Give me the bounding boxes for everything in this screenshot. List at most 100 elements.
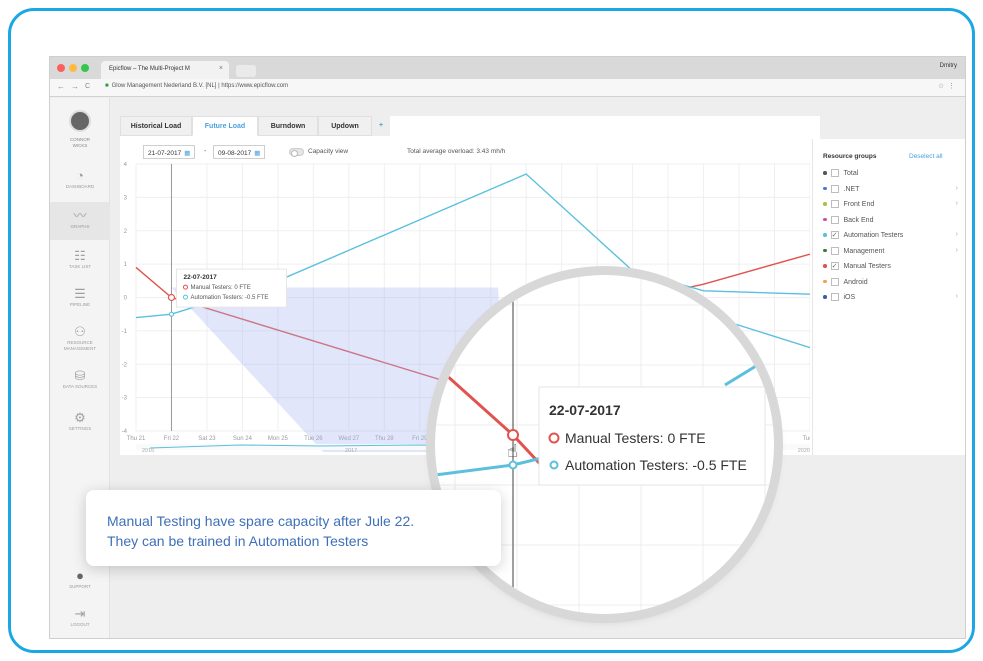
y-tick-label: 2 (124, 229, 128, 235)
hand-cursor-icon: ☝ (507, 441, 518, 462)
tooltip-series-label: Automation Testers: -0.5 FTE (190, 295, 268, 301)
close-window-button[interactable] (57, 64, 65, 72)
resource-group-checkbox[interactable] (830, 246, 839, 255)
sidebar-item-task-list[interactable]: ☷ TASK LIST (50, 242, 110, 280)
series-color-dot (823, 279, 827, 284)
user-first-name: CONNOR (70, 137, 90, 142)
resource-groups-panel: Resource groups Deselect all Total .NET › F… (812, 139, 965, 455)
zoom-point-manual (507, 429, 519, 441)
browser-menu-icon[interactable]: ⋮ (948, 83, 955, 90)
calendar-icon[interactable]: ▦ (184, 150, 190, 157)
y-tick-label: 4 (124, 162, 128, 168)
url-org: Glow Management Nederland B.V. [NL] (111, 83, 217, 89)
resource-group-checkbox[interactable] (830, 184, 839, 193)
database-icon: ⛁ (74, 368, 86, 383)
tab-historical-load[interactable]: Historical Load (120, 116, 192, 136)
new-tab-button[interactable] (236, 65, 256, 77)
y-tick-label: -4 (122, 429, 128, 435)
tab-future-load[interactable]: Future Load (192, 116, 258, 136)
maximize-window-button[interactable] (81, 64, 89, 72)
bookmark-star-icon[interactable]: ☆ (938, 83, 944, 90)
sidebar-item-label: GRAPHS (70, 224, 90, 229)
date-to-field[interactable]: 09-08-2017 ▦ (213, 145, 266, 159)
resource-group-checkbox[interactable] (830, 293, 839, 301)
sidebar-item-data-sources[interactable]: ⛁ DATA SOURCES (50, 362, 110, 400)
browser-tab-title: Epicflow – The Multi-Project M (109, 66, 190, 72)
chevron-right-icon[interactable]: › (956, 247, 958, 254)
resource-group-item[interactable]: Back End (823, 215, 958, 228)
total-overload-text: Total average overload: 3.43 mh/h (407, 148, 506, 155)
y-tick-label: 3 (124, 195, 128, 201)
chevron-right-icon[interactable]: › (956, 231, 958, 238)
resource-group-checkbox[interactable] (830, 200, 839, 208)
capacity-view-toggle[interactable] (289, 148, 304, 157)
resource-group-item[interactable]: Front End › (823, 200, 958, 212)
resource-group-item[interactable]: Management › (823, 246, 958, 259)
resource-group-checkbox[interactable] (830, 277, 839, 286)
chevron-right-icon[interactable]: › (956, 200, 958, 207)
hover-point-automation (168, 311, 175, 317)
add-tab-button[interactable]: + (372, 116, 390, 136)
resource-group-item[interactable]: iOS › (823, 293, 958, 305)
series-color-dot (823, 217, 827, 222)
overview-axis-label: 2017 (345, 448, 357, 452)
calendar-icon[interactable]: ▦ (254, 150, 260, 157)
browser-tab[interactable]: Epicflow – The Multi-Project M × (101, 61, 229, 79)
resource-group-checkbox[interactable]: ✓ (830, 231, 839, 239)
lock-icon: ■ (105, 83, 109, 89)
browser-tab-bar: Epicflow – The Multi-Project M × Dmitry (50, 57, 965, 79)
resource-group-label: Manual Testers (843, 262, 891, 270)
x-tick-label: Sun 24 (233, 436, 253, 442)
sidebar-item-settings[interactable]: ⚙ SETTINGS (50, 404, 110, 442)
resource-group-item[interactable]: Total (823, 169, 958, 181)
address-bar-actions: ☆ ⋮ (938, 82, 955, 90)
logout-icon: ⇥ (74, 606, 86, 621)
user-name: CONNOR WICKS (50, 137, 110, 149)
y-tick-label: 1 (124, 262, 128, 268)
tooltip-series-label: Manual Testers: 0 FTE (190, 285, 250, 291)
chevron-right-icon[interactable]: › (956, 185, 958, 192)
resource-group-item[interactable]: ✓ Automation Testers › (823, 231, 958, 243)
url-field[interactable]: ■ Glow Management Nederland B.V. [NL] | h… (105, 83, 288, 89)
sidebar-item-support[interactable]: ● SUPPORT (50, 562, 110, 600)
minimize-window-button[interactable] (69, 64, 77, 72)
chevron-right-icon[interactable]: › (956, 293, 958, 300)
user-last-name: WICKS (72, 143, 88, 148)
y-tick-label: 0 (124, 296, 128, 302)
resource-group-item[interactable]: Android (823, 277, 958, 290)
callout-line-2: They can be trained in Automation Tester… (107, 533, 369, 549)
screenshot-frame: Epicflow – The Multi-Project M × Dmitry … (8, 8, 975, 653)
sidebar-item-graphs[interactable]: 〰 GRAPHS (50, 202, 110, 240)
y-tick-label: -3 (122, 396, 128, 402)
sidebar-item-logout[interactable]: ⇥ LOGOUT (50, 600, 110, 638)
x-tick-label: Mon 25 (268, 436, 289, 442)
reload-icon[interactable]: C (85, 83, 90, 90)
sidebar-item-pipeline[interactable]: ☰ PIPELINE (50, 280, 110, 318)
sidebar-item-resource-management[interactable]: ⚇ RESOURCE MANAGEMENT (50, 318, 110, 362)
deselect-all-link[interactable]: Deselect all (909, 153, 943, 160)
zoom-manual-label: Manual Testers: 0 FTE (565, 430, 706, 446)
task-list-icon: ☷ (74, 248, 86, 263)
browser-user-name[interactable]: Dmitry (940, 63, 957, 69)
resource-group-checkbox[interactable]: ✓ (830, 262, 839, 270)
resource-group-item[interactable]: ✓ Manual Testers (823, 262, 958, 274)
date-from-field[interactable]: 21-07-2017 ▦ (143, 145, 196, 159)
date-from-value: 21-07-2017 (148, 150, 182, 157)
zoom-tooltip-date: 22-07-2017 (549, 402, 621, 418)
resource-group-checkbox[interactable] (830, 169, 839, 177)
y-tick-label: -1 (122, 329, 128, 335)
sidebar-item-label: PIPELINE (69, 302, 91, 307)
resource-group-checkbox[interactable] (830, 215, 839, 224)
date-range-separator: - (204, 148, 207, 155)
resource-group-label: Android (843, 278, 868, 286)
zoom-manual-line (435, 363, 557, 482)
forward-icon[interactable]: → (71, 82, 79, 91)
avatar[interactable] (69, 110, 91, 132)
close-tab-icon[interactable]: × (219, 65, 223, 72)
sidebar-item-dashboard[interactable]: ◔ DASHBOARD (50, 162, 110, 200)
series-color-dot (823, 295, 827, 299)
tab-updown[interactable]: Updown (318, 116, 372, 136)
tab-burndown[interactable]: Burndown (258, 116, 318, 136)
back-icon[interactable]: ← (57, 82, 65, 91)
resource-group-item[interactable]: .NET › (823, 184, 958, 197)
